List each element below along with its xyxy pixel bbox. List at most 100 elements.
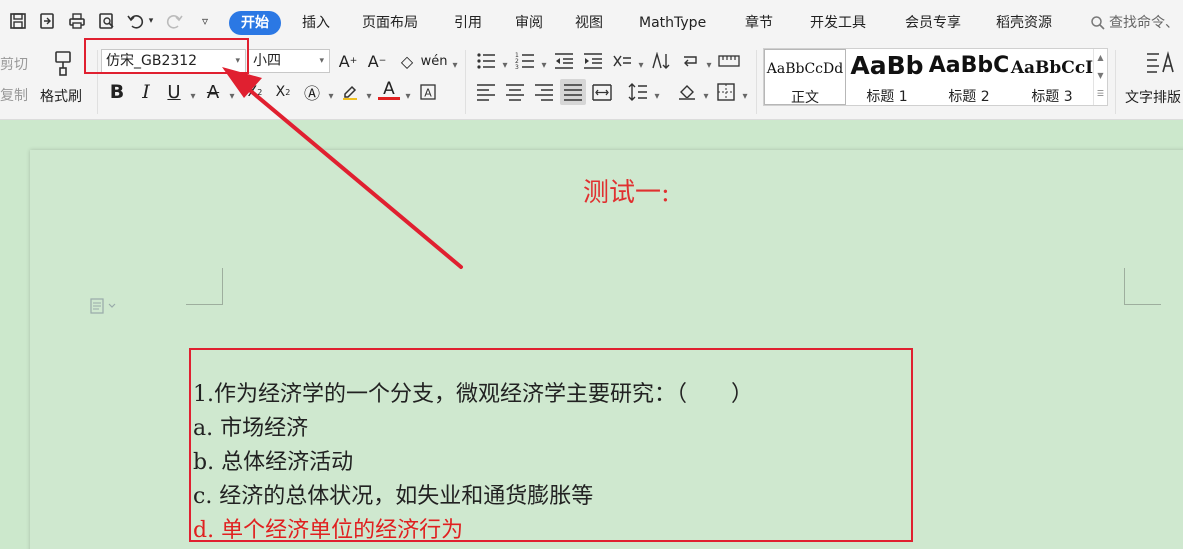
highlight-icon[interactable]: [339, 81, 361, 103]
tab-page-layout[interactable]: 页面布局: [362, 11, 418, 35]
bullet-list-icon[interactable]: [475, 50, 497, 72]
tab-view[interactable]: 视图: [575, 11, 603, 35]
save-icon[interactable]: [7, 10, 29, 32]
question-highlight-box: [189, 348, 913, 542]
format-painter-icon[interactable]: [50, 48, 76, 78]
tab-member[interactable]: 会员专享: [905, 11, 961, 35]
print-icon[interactable]: [66, 10, 88, 32]
margin-corner-top-right: [1124, 268, 1161, 305]
style-preview: AaBbCcI: [1010, 58, 1094, 78]
style-heading-1[interactable]: AaBb 标题 1: [846, 49, 928, 105]
borders-icon[interactable]: [715, 81, 737, 103]
format-painter-button[interactable]: 格式刷: [40, 86, 82, 106]
text-layout-icon[interactable]: [1144, 49, 1176, 79]
style-normal[interactable]: AaBbCcDd 正文: [764, 49, 846, 106]
decrease-indent-icon[interactable]: [553, 50, 575, 72]
align-right-icon[interactable]: [533, 81, 555, 103]
show-marks-icon[interactable]: [679, 50, 701, 72]
chevron-down-icon[interactable]: ▾: [537, 54, 551, 76]
search-icon: [1091, 16, 1105, 30]
character-border-icon[interactable]: A: [417, 81, 439, 103]
style-heading-2[interactable]: AaBbC 标题 2: [928, 49, 1010, 105]
align-center-icon[interactable]: [504, 81, 526, 103]
superscript-icon[interactable]: X2: [244, 81, 266, 103]
chevron-down-icon[interactable]: ▾: [448, 54, 462, 76]
phonetic-guide-icon[interactable]: wén: [421, 50, 448, 72]
redo-icon[interactable]: [164, 10, 186, 32]
style-label: 标题 1: [866, 89, 908, 105]
bold-icon[interactable]: B: [106, 81, 128, 103]
tab-developer[interactable]: 开发工具: [810, 11, 866, 35]
strikethrough-icon[interactable]: A: [202, 81, 224, 103]
tab-docer[interactable]: 稻壳资源: [996, 11, 1052, 35]
underline-icon[interactable]: U: [163, 81, 185, 103]
text-effect-icon[interactable]: Ⓐ: [301, 81, 323, 103]
tab-review[interactable]: 审阅: [515, 11, 543, 35]
print-preview-icon[interactable]: [96, 10, 118, 32]
command-search[interactable]: 查找命令、: [1090, 11, 1179, 35]
tab-insert[interactable]: 插入: [302, 11, 330, 35]
clear-format-icon[interactable]: ◇: [396, 50, 418, 72]
chevron-down-icon[interactable]: ▾: [498, 54, 512, 76]
tab-chapter[interactable]: 章节: [745, 11, 773, 35]
gallery-scrollbar[interactable]: ▲ ▼ ☰: [1093, 49, 1107, 105]
style-heading-3[interactable]: AaBbCcI 标题 3: [1010, 49, 1094, 105]
chevron-down-icon[interactable]: ▾: [650, 85, 664, 107]
expand-gallery-icon[interactable]: ☰: [1094, 85, 1107, 103]
justify-icon[interactable]: [560, 79, 586, 105]
grow-font-icon[interactable]: A +: [337, 50, 359, 72]
chevron-down-icon[interactable]: ▾: [738, 85, 752, 107]
chevron-down-icon: ▾: [319, 56, 324, 66]
export-icon[interactable]: [36, 10, 58, 32]
text-layout-button[interactable]: 文字排版: [1125, 87, 1181, 107]
undo-dropdown-icon[interactable]: ▾: [146, 10, 156, 32]
sort-icon[interactable]: [650, 50, 672, 72]
style-label: 标题 2: [948, 89, 990, 105]
tab-stops-icon[interactable]: [718, 50, 740, 72]
margin-corner-top-left: [186, 268, 223, 305]
font-color-icon[interactable]: A: [378, 79, 400, 100]
distributed-align-icon[interactable]: [591, 81, 613, 103]
style-preview: AaBbC: [928, 53, 1010, 78]
italic-icon[interactable]: I: [135, 81, 157, 103]
font-size-value: 小四: [253, 53, 281, 69]
shading-icon[interactable]: [676, 81, 698, 103]
style-label: 标题 3: [1031, 89, 1073, 105]
group-separator: [1115, 50, 1116, 114]
line-spacing-icon[interactable]: [627, 81, 649, 103]
test-title: 测试一:: [583, 178, 670, 208]
chevron-down-icon[interactable]: ▾: [186, 85, 200, 107]
chevron-down-icon[interactable]: ▾: [324, 85, 338, 107]
copy-button[interactable]: 复制: [0, 85, 28, 105]
chinese-layout-icon[interactable]: [611, 50, 633, 72]
chevron-down-icon[interactable]: ▾: [362, 85, 376, 107]
font-size-select[interactable]: 小四 ▾: [248, 49, 330, 73]
style-label: 正文: [791, 90, 819, 106]
increase-indent-icon[interactable]: [582, 50, 604, 72]
chevron-down-icon[interactable]: ▾: [401, 85, 415, 107]
chevron-down-icon[interactable]: ▾: [699, 85, 713, 107]
chevron-down-icon[interactable]: ▾: [702, 54, 716, 76]
undo-icon[interactable]: [124, 10, 146, 32]
search-placeholder: 查找命令、: [1109, 15, 1179, 31]
chevron-down-icon[interactable]: ▾: [634, 54, 648, 76]
style-gallery: AaBbCcDd 正文 AaBb 标题 1 AaBbC 标题 2 AaBbCcI…: [763, 48, 1108, 106]
subscript-icon[interactable]: X2: [272, 81, 294, 103]
chevron-down-icon[interactable]: ▾: [225, 85, 239, 107]
chevron-down-icon[interactable]: ▼: [1094, 67, 1107, 85]
style-preview: AaBbCcDd: [766, 61, 844, 77]
align-left-icon[interactable]: [475, 81, 497, 103]
cut-button[interactable]: 剪切: [0, 54, 28, 74]
numbered-list-icon[interactable]: 123: [514, 50, 536, 72]
paragraph-layout-icon[interactable]: [90, 298, 118, 318]
tab-mathtype[interactable]: MathType: [639, 11, 706, 35]
group-separator: [465, 50, 466, 114]
shrink-font-icon[interactable]: A −: [366, 50, 388, 72]
customize-toolbar-icon[interactable]: ▿: [194, 10, 216, 32]
svg-text:A: A: [424, 87, 432, 100]
chevron-up-icon[interactable]: ▲: [1094, 49, 1107, 67]
tab-home[interactable]: 开始: [229, 11, 281, 35]
style-preview: AaBb: [850, 51, 924, 80]
svg-text:3: 3: [515, 64, 519, 70]
tab-references[interactable]: 引用: [454, 11, 482, 35]
